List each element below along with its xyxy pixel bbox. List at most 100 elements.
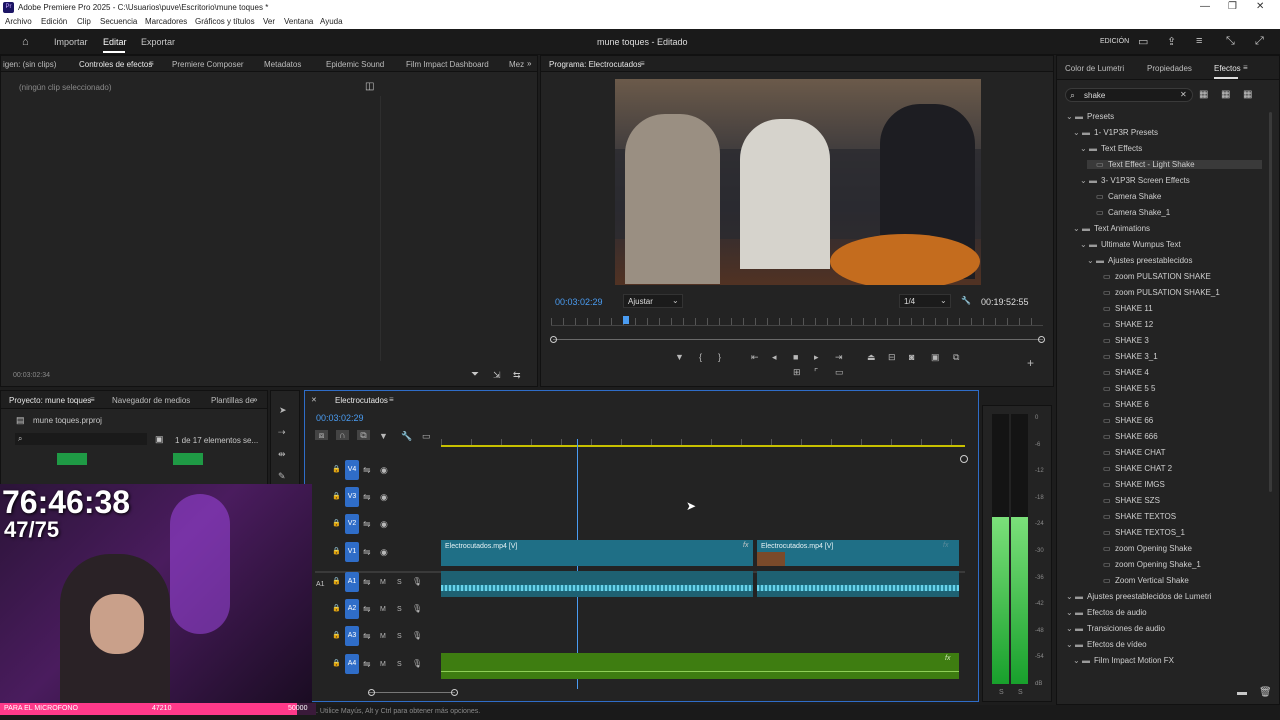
effects-preset[interactable]: ▭ SHAKE 3 bbox=[1094, 336, 1149, 345]
effects-preset[interactable]: ▭ SHAKE CHAT bbox=[1094, 448, 1166, 457]
tab-metadatos[interactable]: Metadatos bbox=[264, 60, 301, 69]
sync-lock-icon[interactable]: ⇋ bbox=[363, 577, 371, 587]
resolution-dropdown[interactable]: 1/4 ⌄ bbox=[899, 294, 951, 308]
mute-button[interactable]: M bbox=[380, 632, 386, 642]
sync-lock-icon[interactable]: ⇋ bbox=[363, 631, 371, 641]
export-frame-icon[interactable]: ◙ bbox=[909, 352, 914, 362]
lock-icon[interactable]: 🔒 bbox=[332, 519, 341, 529]
effects-folder[interactable]: ⌄ ▬ 3- V1P3R Screen Effects bbox=[1080, 176, 1190, 185]
tab-efectos[interactable]: Efectos bbox=[1214, 64, 1241, 73]
tab-propiedades[interactable]: Propiedades bbox=[1147, 64, 1192, 73]
effects-preset[interactable]: ▭ zoom PULSATION SHAKE bbox=[1094, 272, 1211, 281]
hscroll-left-handle[interactable] bbox=[368, 689, 375, 696]
lock-icon[interactable]: 🔒 bbox=[332, 604, 341, 614]
menu-ayuda[interactable]: Ayuda bbox=[320, 17, 343, 26]
32bit-effects-icon[interactable]: ▦ bbox=[1221, 89, 1230, 100]
eye-icon[interactable]: ◉ bbox=[380, 547, 388, 557]
tab-epidemic-sound[interactable]: Epidemic Sound bbox=[326, 60, 384, 69]
export-frame-icon[interactable]: ⇲ bbox=[493, 370, 501, 381]
step-forward-icon[interactable]: ▸ bbox=[814, 352, 819, 362]
crop-icon[interactable]: ⌜ bbox=[814, 367, 818, 377]
effects-folder[interactable]: ⌄ ▬ Text Animations bbox=[1073, 224, 1150, 233]
compress-icon[interactable]: ⤡ bbox=[1226, 35, 1235, 48]
eye-icon[interactable]: ◉ bbox=[380, 492, 388, 502]
timeline-scroll-handle[interactable] bbox=[960, 455, 968, 463]
effects-folder[interactable]: ⌄ ▬ Efectos de audio bbox=[1066, 608, 1147, 617]
solo-button[interactable]: S bbox=[397, 578, 402, 588]
effects-preset[interactable]: ▭ SHAKE CHAT 2 bbox=[1094, 464, 1172, 473]
lock-icon[interactable]: 🔒 bbox=[332, 577, 341, 587]
effects-folder[interactable]: ⌄ ▬ Ajustes preestablecidos de Lumetri bbox=[1066, 592, 1212, 601]
sequence-menu-icon[interactable]: ≡ bbox=[389, 395, 394, 404]
effects-preset[interactable]: ▭ Zoom Vertical Shake bbox=[1094, 576, 1189, 585]
video-track-header[interactable]: 🔒 V1 ⇋ ◉ bbox=[318, 540, 440, 566]
step-back-icon[interactable]: ◂ bbox=[772, 352, 777, 362]
menu-archivo[interactable]: Archivo bbox=[5, 17, 32, 26]
effects-preset[interactable]: ▭ zoom Opening Shake_1 bbox=[1094, 560, 1201, 569]
new-bin-icon[interactable]: ▣ bbox=[155, 434, 164, 445]
add-button-icon[interactable]: + bbox=[1027, 357, 1034, 369]
effects-menu-icon[interactable]: ≡ bbox=[1243, 63, 1248, 72]
lock-icon[interactable]: 🔒 bbox=[332, 492, 341, 502]
track-label[interactable]: A1 bbox=[345, 572, 359, 592]
effects-search-input[interactable]: shake bbox=[1084, 91, 1105, 100]
microphone-icon[interactable]: 🎙 bbox=[412, 659, 422, 669]
effects-folder[interactable]: ⌄ ▬ 1- V1P3R Presets bbox=[1073, 128, 1158, 137]
tab-film-impact[interactable]: Film Impact Dashboard bbox=[406, 60, 489, 69]
menu-graficos[interactable]: Gráficos y títulos bbox=[195, 17, 255, 26]
clip-a1-a[interactable] bbox=[441, 571, 753, 597]
share-icon[interactable]: ⇪ bbox=[1167, 35, 1176, 48]
selection-tool-icon[interactable]: ➤ bbox=[279, 405, 287, 415]
video-track-header[interactable]: 🔒 V4 ⇋ ◉ bbox=[318, 458, 440, 484]
effects-folder[interactable]: ⌄ ▬ Ultimate Wumpus Text bbox=[1080, 240, 1181, 249]
razor-tool-icon[interactable]: ✎ bbox=[278, 471, 286, 481]
program-playhead[interactable] bbox=[623, 316, 629, 324]
effects-folder[interactable]: ⌄ ▬ Presets bbox=[1066, 112, 1114, 121]
minimize-icon[interactable]: — bbox=[1200, 1, 1210, 12]
timeline-settings-icon[interactable]: 🔧 bbox=[401, 431, 412, 441]
loop-icon[interactable]: ⇆ bbox=[513, 370, 521, 381]
eye-icon[interactable]: ◉ bbox=[380, 465, 388, 475]
go-to-in-icon[interactable]: ⇤ bbox=[751, 352, 759, 362]
menu-edicion[interactable]: Edición bbox=[41, 17, 67, 26]
effects-folder[interactable]: ⌄ ▬ Film Impact Motion FX bbox=[1073, 656, 1174, 665]
effects-folder[interactable]: ⌄ ▬ Transiciones de audio bbox=[1066, 624, 1165, 633]
home-icon[interactable]: ⌂ bbox=[22, 36, 29, 48]
zoom-handle-right[interactable] bbox=[1038, 336, 1045, 343]
tab-importar[interactable]: Importar bbox=[54, 37, 88, 47]
panel-menu-icon[interactable]: ≡ bbox=[149, 59, 154, 68]
effects-preset[interactable]: ▭ SHAKE 11 bbox=[1094, 304, 1153, 313]
effects-preset[interactable]: ▭ Camera Shake bbox=[1087, 192, 1161, 201]
effects-folder[interactable]: ⌄ ▬ Ajustes preestablecidos bbox=[1087, 256, 1193, 265]
mark-out-icon[interactable]: } bbox=[718, 352, 721, 362]
sync-lock-icon[interactable]: ⇋ bbox=[363, 519, 371, 529]
microphone-icon[interactable]: 🎙 bbox=[412, 577, 422, 587]
program-timecode[interactable]: 00:03:02:29 bbox=[555, 297, 603, 307]
program-zoom-bar[interactable] bbox=[553, 339, 1043, 340]
sync-lock-icon[interactable]: ⇋ bbox=[363, 547, 371, 557]
project-search-input[interactable]: ⌕ bbox=[15, 433, 147, 445]
add-marker-icon[interactable]: ▼ bbox=[379, 431, 388, 441]
tab-lumetri-color[interactable]: Color de Lumetri bbox=[1065, 64, 1124, 73]
sync-lock-icon[interactable]: ⇋ bbox=[363, 659, 371, 669]
tab-editar[interactable]: Editar bbox=[103, 37, 127, 47]
new-bin-icon[interactable]: ▬ bbox=[1237, 687, 1247, 698]
hscroll-right-handle[interactable] bbox=[451, 689, 458, 696]
ripple-edit-icon[interactable]: ⇹ bbox=[278, 449, 286, 459]
program-menu-icon[interactable]: ≡ bbox=[640, 59, 645, 68]
clip-v1-b[interactable]: Electrocutados.mp4 [V] fx bbox=[757, 540, 959, 566]
effects-scrollbar[interactable] bbox=[1269, 112, 1272, 492]
effects-folder[interactable]: ⌄ ▬ Efectos de vídeo bbox=[1066, 640, 1147, 649]
extract-icon[interactable]: ⊟ bbox=[888, 352, 896, 362]
panel-layout-icon[interactable]: ▭ bbox=[1138, 35, 1148, 48]
snap-icon[interactable]: ∩ bbox=[336, 430, 349, 440]
audio-track-header[interactable]: 🔒 A1 ⇋ M S 🎙 bbox=[318, 570, 440, 596]
lock-icon[interactable]: 🔒 bbox=[332, 465, 341, 475]
audio-thumbnail[interactable] bbox=[173, 453, 203, 465]
tab-premiere-composer[interactable]: Premiere Composer bbox=[172, 60, 244, 69]
video-track-header[interactable]: 🔒 V3 ⇋ ◉ bbox=[318, 485, 440, 511]
clip-a1-b[interactable] bbox=[757, 571, 959, 597]
program-title[interactable]: Programa: Electrocutados bbox=[549, 60, 642, 69]
track-label[interactable]: V3 bbox=[345, 487, 359, 507]
solo-button[interactable]: S bbox=[397, 660, 402, 670]
